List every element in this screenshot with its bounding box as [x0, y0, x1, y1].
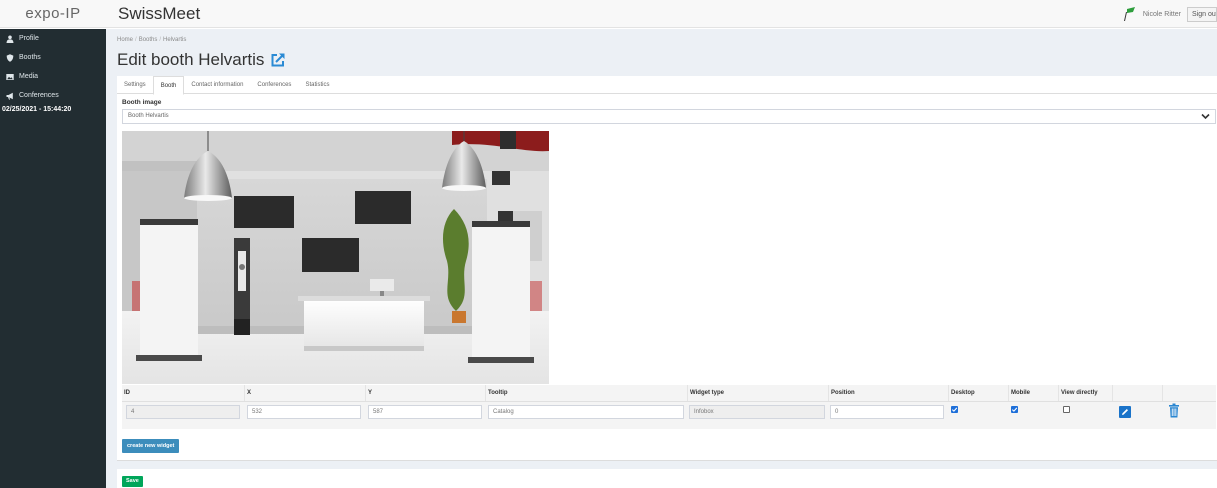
widget-tooltip-field[interactable]: Catalog — [488, 405, 684, 419]
user-name[interactable]: Nicole Ritter — [1143, 11, 1181, 18]
booth-preview-image[interactable] — [122, 131, 549, 384]
widget-type-field: Infobox — [689, 405, 825, 419]
checkmark-icon — [951, 407, 958, 412]
widget-x-field[interactable]: 532 — [247, 405, 361, 419]
column-header-view-directly: View directly — [1061, 390, 1098, 396]
tab-bar: Settings Booth Contact information Confe… — [117, 76, 1217, 95]
view-directly-checkbox[interactable] — [1063, 406, 1070, 413]
breadcrumb-booths[interactable]: Booths — [139, 37, 158, 43]
form-footer-divider — [117, 460, 1217, 469]
desktop-checkbox[interactable] — [951, 406, 958, 413]
widget-y-field[interactable]: 587 — [368, 405, 482, 419]
column-header-position: Position — [831, 390, 855, 396]
breadcrumb: Home / Booths / Helvartis — [117, 37, 187, 43]
column-header-mobile: Mobile — [1011, 390, 1030, 396]
widget-id-field: 4 — [126, 405, 240, 419]
tab-conferences[interactable]: Conferences — [250, 76, 298, 93]
column-header-desktop: Desktop — [951, 390, 975, 396]
app-title: SwissMeet — [118, 4, 201, 23]
column-header-y: Y — [368, 390, 373, 396]
checkmark-icon — [1011, 407, 1018, 412]
external-link-icon[interactable] — [270, 52, 286, 68]
image-icon — [6, 73, 14, 80]
column-divider — [1162, 385, 1163, 401]
shield-icon — [6, 53, 14, 62]
breadcrumb-home[interactable]: Home — [117, 37, 133, 43]
tab-settings[interactable]: Settings — [117, 76, 153, 93]
sidebar-item-media[interactable]: Media — [0, 67, 106, 86]
page-title-text: Edit booth Helvartis — [117, 50, 265, 69]
column-header-tooltip: Tooltip — [488, 390, 508, 396]
booth-image-selected: Booth Helvartis — [128, 113, 169, 119]
create-widget-button[interactable]: create new widget — [122, 439, 180, 453]
brand-logo[interactable]: expo-IP — [0, 0, 106, 28]
column-header-x: X — [247, 390, 252, 396]
page-title: Edit booth Helvartis — [117, 50, 286, 70]
tab-booth[interactable]: Booth — [152, 76, 185, 95]
sidebar: Profile Booths Media Conferences 02/25/2… — [0, 29, 106, 488]
user-flag-icon — [1123, 7, 1135, 21]
column-divider — [1112, 385, 1113, 401]
sidebar-item-label: Conferences — [19, 92, 59, 99]
booth-image-select[interactable]: Booth Helvartis — [122, 109, 1216, 124]
widget-table: ID X Y Tooltip Widget type Position Desk… — [122, 385, 1216, 429]
sidebar-item-label: Media — [19, 73, 39, 80]
booth-image-label: Booth image — [122, 99, 162, 106]
mobile-checkbox[interactable] — [1011, 406, 1018, 413]
sidebar-item-label: Booths — [19, 54, 41, 61]
megaphone-icon — [6, 92, 13, 100]
user-icon — [6, 35, 14, 43]
column-header-widget-type: Widget type — [690, 390, 724, 396]
table-header-divider — [122, 401, 1216, 402]
edit-widget-button[interactable] — [1119, 406, 1131, 418]
top-bar: expo-IP SwissMeet Nicole Ritter Sign out — [0, 0, 1217, 28]
column-header-id: ID — [124, 390, 130, 396]
booth-edit-panel: Settings Booth Contact information Confe… — [117, 76, 1217, 488]
user-area: Nicole Ritter Sign out — [1121, 4, 1217, 24]
breadcrumb-current: Helvartis — [163, 37, 187, 43]
tab-statistics[interactable]: Statistics — [298, 76, 336, 93]
widget-position-field[interactable]: 0 — [830, 405, 944, 419]
sidebar-item-booths[interactable]: Booths — [0, 48, 106, 67]
current-datetime: 02/25/2021 - 15:44:20 — [2, 106, 72, 113]
save-button[interactable]: Save — [122, 476, 143, 487]
sidebar-item-label: Profile — [19, 35, 39, 42]
sidebar-item-profile[interactable]: Profile — [0, 29, 106, 48]
signout-button[interactable]: Sign out — [1187, 6, 1217, 22]
chevron-down-icon — [1201, 113, 1210, 120]
tab-contact-information[interactable]: Contact information — [184, 76, 250, 93]
pencil-icon — [1122, 409, 1128, 415]
sidebar-item-conferences[interactable]: Conferences — [0, 86, 106, 105]
trash-icon[interactable] — [1168, 403, 1180, 418]
main-content: Home / Booths / Helvartis Edit booth Helvart… — [106, 29, 1217, 488]
